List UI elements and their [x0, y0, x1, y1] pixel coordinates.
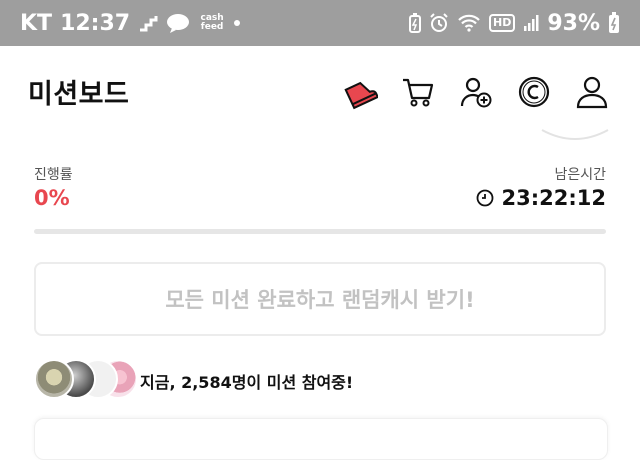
- wifi-icon: [457, 14, 481, 32]
- alarm-icon: [429, 13, 449, 33]
- header-actions: [342, 74, 610, 110]
- progress-value: 0%: [34, 186, 70, 210]
- profile-icon[interactable]: [574, 74, 610, 110]
- remaining-time: 23:22:12: [476, 186, 606, 210]
- remaining-time-label: 남은시간: [554, 167, 606, 183]
- avatar: [34, 359, 74, 399]
- progress-bar: [34, 229, 606, 234]
- random-cash-reward-button[interactable]: 모든 미션 완료하고 랜덤캐시 받기!: [34, 262, 606, 336]
- page-title: 미션보드: [28, 79, 130, 110]
- participants-suffix: 이 미션 참여중!: [246, 373, 354, 392]
- signal-icon: [523, 14, 539, 32]
- cashfeed-badge: cash feed: [200, 13, 224, 32]
- status-left: KT 12:37 cash feed: [20, 10, 241, 36]
- status-right: HD 93%: [408, 10, 620, 36]
- mission-card[interactable]: [34, 418, 608, 460]
- curved-edge-decoration: [541, 129, 609, 140]
- status-bar: KT 12:37 cash feed HD 93%: [0, 0, 640, 46]
- hd-icon: HD: [488, 14, 516, 32]
- battery-saver-icon: [408, 13, 421, 33]
- notification-dot: [234, 20, 241, 26]
- battery-percent: 93%: [547, 10, 600, 36]
- battery-charging-icon: [608, 12, 620, 34]
- chat-bubble-icon: [166, 13, 190, 33]
- clock: 12:37: [60, 10, 131, 36]
- coin-icon[interactable]: [516, 74, 552, 110]
- shoe-icon[interactable]: [342, 74, 378, 110]
- carrier-label: KT: [20, 10, 53, 36]
- remaining-time-value: 23:22:12: [501, 186, 606, 210]
- participants-prefix: 지금,: [140, 373, 182, 392]
- avatar-stack: [34, 359, 138, 403]
- participants-count: 2,584명: [181, 373, 247, 392]
- progress-label: 진행률: [34, 167, 73, 183]
- participants-text: 지금, 2,584명이 미션 참여중!: [140, 369, 353, 393]
- participants-row: 지금, 2,584명이 미션 참여중!: [34, 358, 353, 404]
- progress-row: 진행률 0% 남은시간 23:22:12: [34, 164, 606, 214]
- app-header: 미션보드: [0, 46, 640, 138]
- reward-button-label: 모든 미션 완료하고 랜덤캐시 받기!: [165, 288, 475, 312]
- cart-icon[interactable]: [400, 74, 436, 110]
- clock-icon: [476, 189, 494, 207]
- add-friend-icon[interactable]: [458, 74, 494, 110]
- stairs-icon: [138, 14, 158, 32]
